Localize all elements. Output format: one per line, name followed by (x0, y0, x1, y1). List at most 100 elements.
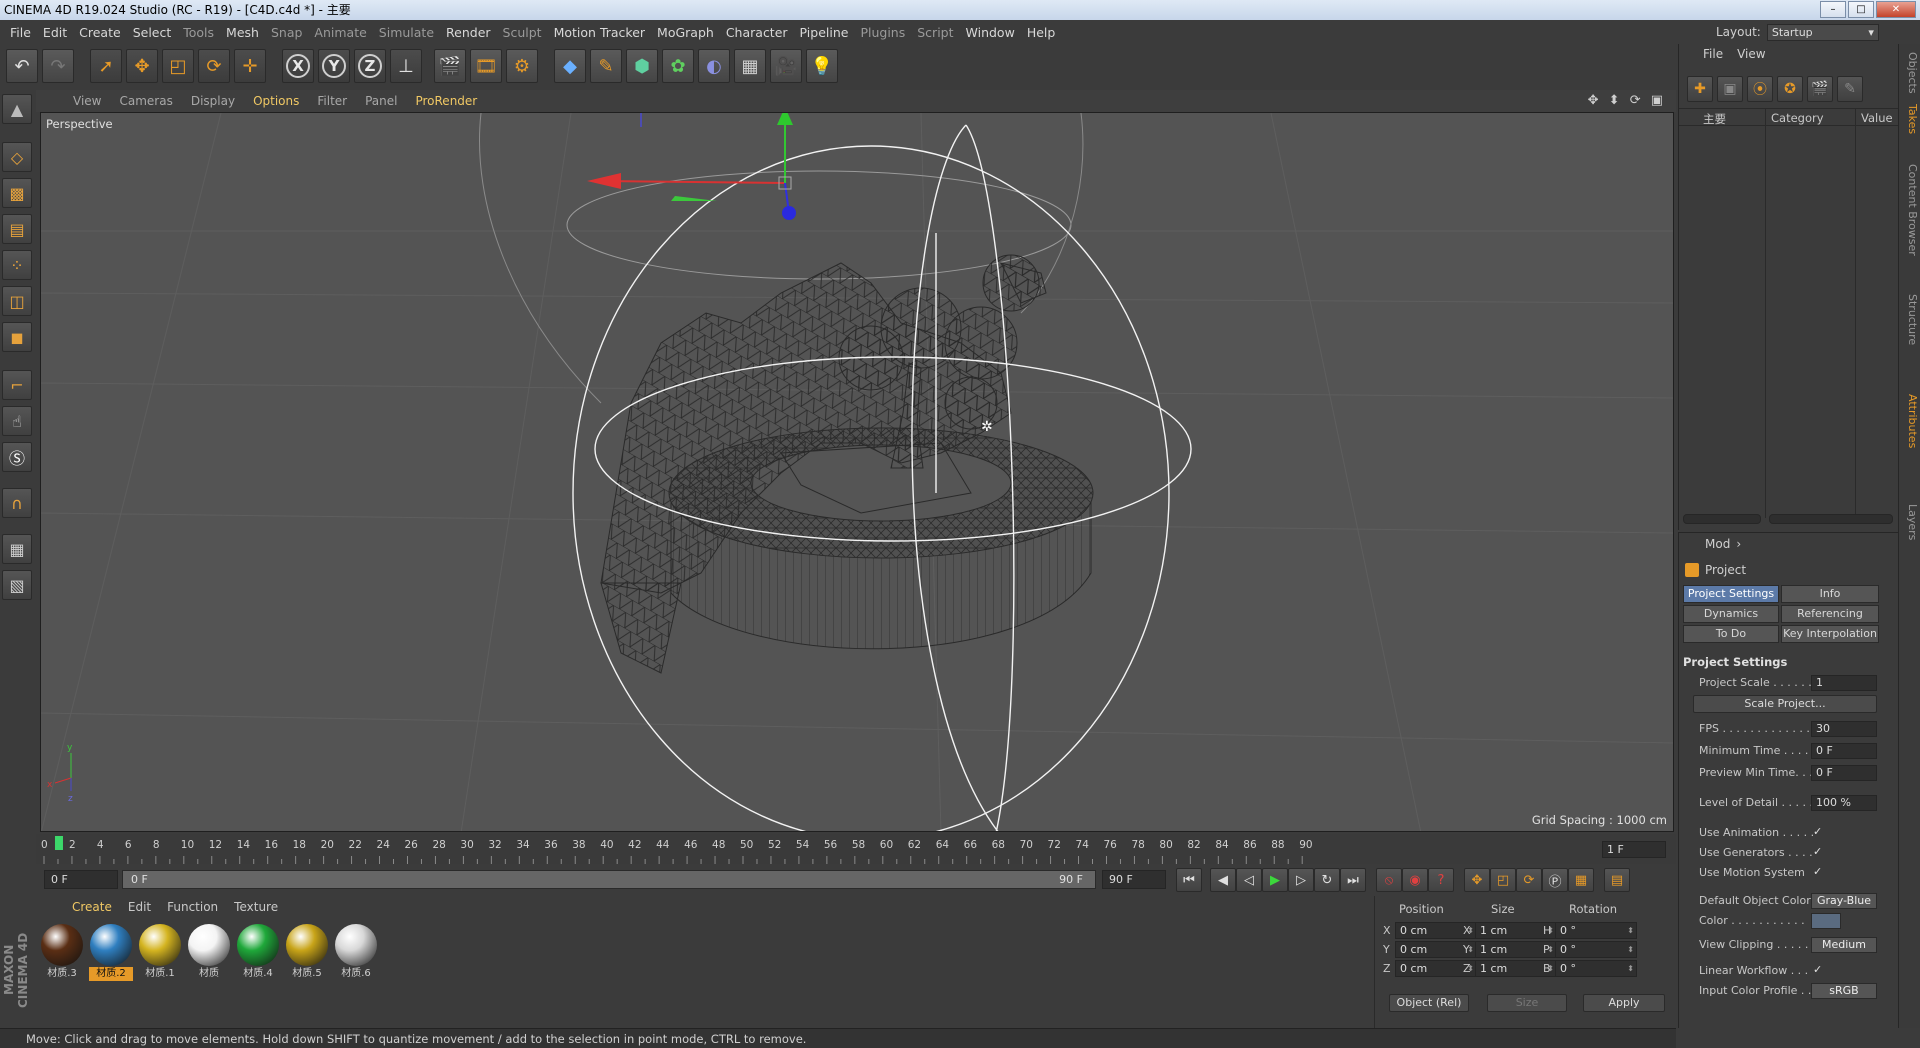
take-override-icon[interactable]: ⦿ (1747, 76, 1773, 102)
texture-mode-icon[interactable]: ▩ (2, 178, 32, 208)
material-swatch[interactable]: 材质 (187, 924, 231, 984)
viewport-menu-cameras[interactable]: Cameras (110, 94, 181, 108)
material-swatch[interactable]: 材质.5 (285, 924, 329, 984)
model-mode-icon[interactable]: ◇ (2, 142, 32, 172)
menu-motion-tracker[interactable]: Motion Tracker (548, 25, 651, 40)
render-settings-icon[interactable]: ⚙ (506, 49, 538, 83)
menu-edit[interactable]: Edit (37, 25, 73, 40)
next-frame-icon[interactable]: ▷ (1288, 868, 1314, 892)
menu-character[interactable]: Character (720, 25, 794, 40)
side-tab-objects[interactable]: Objects (1901, 52, 1919, 94)
edges-mode-icon[interactable]: ◫ (2, 286, 32, 316)
value-column-header[interactable]: Value (1861, 111, 1893, 125)
rotation-field[interactable]: 0 ° (1555, 941, 1637, 958)
menu-snap[interactable]: Snap (265, 25, 308, 40)
take-add-icon[interactable]: ✚ (1687, 76, 1713, 102)
default-object-color-dropdown[interactable]: Gray-Blue (1811, 893, 1877, 909)
preview-min-time-field[interactable]: 0 F (1811, 765, 1877, 781)
playhead[interactable] (54, 836, 63, 850)
tweak-mode-icon[interactable]: ☝ (2, 406, 32, 436)
record-keys-icon[interactable]: ⦸ (1376, 868, 1402, 892)
use-generators-checkbox[interactable]: ✓ (1813, 845, 1822, 858)
menu-mesh[interactable]: Mesh (220, 25, 265, 40)
attr-tab-info[interactable]: Info (1781, 585, 1879, 603)
floor-icon[interactable]: ▦ (734, 49, 766, 83)
menu-create[interactable]: Create (73, 25, 127, 40)
menu-plugins[interactable]: Plugins (854, 25, 911, 40)
next-key-icon[interactable]: ↻ (1314, 868, 1340, 892)
record-scale-icon[interactable]: ◰ (1490, 868, 1516, 892)
attr-tab-referencing[interactable]: Referencing (1781, 605, 1879, 623)
size-mode-dropdown[interactable]: Size (1487, 994, 1567, 1012)
side-tab-attributes[interactable]: Attributes (1901, 394, 1919, 448)
material-menu-function[interactable]: Function (159, 900, 226, 914)
side-tab-structure[interactable]: Structure (1901, 294, 1919, 345)
view-clipping-dropdown[interactable]: Medium (1811, 937, 1877, 953)
go-to-end-icon[interactable]: ⏭ (1340, 868, 1366, 892)
side-tab-takes[interactable]: Takes (1901, 104, 1919, 134)
cube-icon[interactable]: ◆ (554, 49, 586, 83)
record-parameter-icon[interactable]: Ⓟ (1542, 868, 1568, 892)
menu-sculpt[interactable]: Sculpt (497, 25, 548, 40)
light-icon[interactable]: 💡 (806, 49, 838, 83)
x-axis-lock-icon[interactable]: X (282, 49, 314, 83)
polygons-mode-icon[interactable]: ◼ (2, 322, 32, 352)
viewport-menu-options[interactable]: Options (244, 94, 308, 108)
preview-range-slider[interactable]: 0 F 90 F (122, 870, 1096, 889)
menu-mograph[interactable]: MoGraph (651, 25, 720, 40)
apply-button[interactable]: Apply (1583, 994, 1665, 1012)
attr-tab-to-do[interactable]: To Do (1683, 625, 1779, 643)
go-to-start-icon[interactable]: ⏮ (1176, 868, 1202, 892)
menu-file[interactable]: File (4, 25, 37, 40)
menu-help[interactable]: Help (1021, 25, 1062, 40)
attr-tab-project-settings[interactable]: Project Settings (1683, 585, 1779, 603)
use-motion-system-checkbox[interactable]: ✓ (1813, 865, 1822, 878)
layout-dropdown[interactable]: Startup (1766, 23, 1879, 41)
maximize-button[interactable]: □ (1848, 1, 1874, 18)
project-scale-field[interactable]: 1 (1811, 675, 1877, 691)
viewport-navigation-icons[interactable]: ✥ ⬍ ⟳ ▣ (1588, 93, 1666, 108)
axis-mode-icon[interactable]: ⌐ (2, 370, 32, 400)
coordinate-system-icon[interactable]: ⊥ (390, 49, 422, 83)
material-swatch[interactable]: 材质.6 (334, 924, 378, 984)
render-view-icon[interactable]: 🎬 (434, 49, 466, 83)
color-swatch[interactable] (1811, 913, 1841, 929)
scale-icon[interactable]: ◰ (162, 49, 194, 83)
keyframe-selection-icon[interactable]: ? (1428, 868, 1454, 892)
side-tab-layers[interactable]: Layers (1901, 504, 1919, 540)
material-swatch[interactable]: 材质.4 (236, 924, 280, 984)
previous-frame-icon[interactable]: ◁ (1236, 868, 1262, 892)
menu-render[interactable]: Render (440, 25, 497, 40)
take-auto-icon[interactable]: ✪ (1777, 76, 1803, 102)
category-list-scrollbar[interactable] (1769, 514, 1893, 524)
object-list-scrollbar[interactable] (1683, 514, 1761, 524)
viewport-menu-display[interactable]: Display (182, 94, 244, 108)
use-animation-checkbox[interactable]: ✓ (1813, 825, 1822, 838)
material-swatch[interactable]: 材质.2 (89, 924, 133, 984)
make-editable-icon[interactable]: ▲ (2, 94, 32, 124)
cloner-icon[interactable]: ✿ (662, 49, 694, 83)
fps-field[interactable]: 30 (1811, 721, 1877, 737)
previous-key-icon[interactable]: ◀ (1210, 868, 1236, 892)
rotation-field[interactable]: 0 ° (1555, 960, 1637, 977)
redo-icon[interactable]: ↷ (42, 49, 74, 83)
record-pla-icon[interactable]: ▦ (1568, 868, 1594, 892)
menu-tools[interactable]: Tools (177, 25, 220, 40)
material-swatch[interactable]: 材质.1 (138, 924, 182, 984)
undo-icon[interactable]: ↶ (6, 49, 38, 83)
minimum-time-field[interactable]: 0 F (1811, 743, 1877, 759)
take-clone-icon[interactable]: ▣ (1717, 76, 1743, 102)
mode-menu[interactable]: Mod (1705, 537, 1730, 551)
deformer-icon[interactable]: ◐ (698, 49, 730, 83)
object-menu-view[interactable]: View (1737, 47, 1765, 61)
current-frame-field[interactable]: 1 F (1602, 841, 1666, 858)
workplane-lock-icon[interactable]: ▦ (2, 534, 32, 564)
points-mode-icon[interactable]: ⁘ (2, 250, 32, 280)
subdivision-icon[interactable]: ⬢ (626, 49, 658, 83)
side-tab-content-browser[interactable]: Content Browser (1901, 164, 1919, 256)
menu-window[interactable]: Window (960, 25, 1021, 40)
attr-tab-key-interpolation[interactable]: Key Interpolation (1781, 625, 1879, 643)
object-menu-file[interactable]: File (1703, 47, 1723, 61)
move-gizmo[interactable] (587, 113, 796, 220)
start-frame-field[interactable]: 0 F (44, 870, 118, 889)
